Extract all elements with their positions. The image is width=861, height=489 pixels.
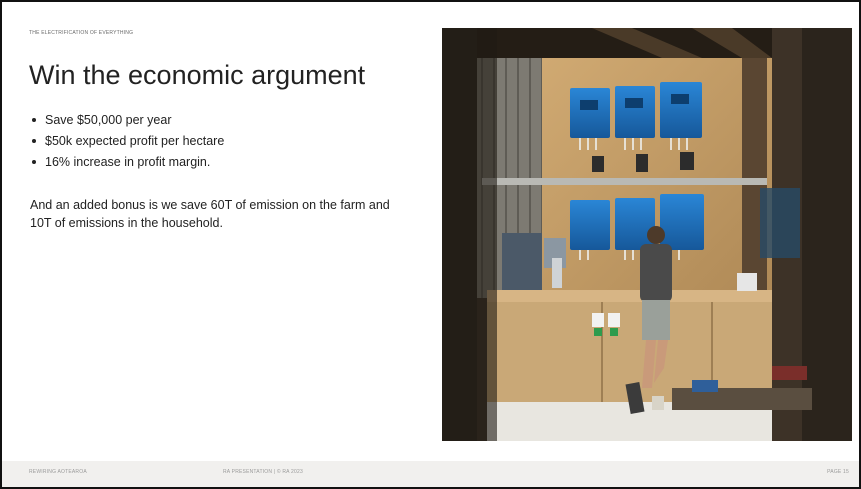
footer-page-number: PAGE 15 — [827, 469, 849, 475]
footer-presentation-label: RA PRESENTATION | © RA 2023 — [223, 469, 303, 475]
slide-eyebrow: THE ELECTRIFICATION OF EVERYTHING — [29, 30, 134, 36]
bullet-list: Save $50,000 per year $50k expected prof… — [31, 110, 224, 173]
slide: THE ELECTRIFICATION OF EVERYTHING Win th… — [0, 0, 861, 489]
photo-inverters-shed — [442, 28, 852, 441]
bullet-text: $50k expected profit per hectare — [45, 134, 225, 148]
footer-organization: REWIRING AOTEAROA — [29, 469, 87, 475]
bullet-item: Save $50,000 per year — [31, 110, 224, 131]
bullet-dot-icon — [32, 139, 36, 143]
bullet-text: Save $50,000 per year — [45, 113, 172, 127]
bullet-item: 16% increase in profit margin. — [31, 152, 224, 173]
body-paragraph: And an added bonus is we save 60T of emi… — [30, 198, 390, 230]
slide-footer: REWIRING AOTEAROA RA PRESENTATION | © RA… — [2, 461, 859, 487]
bullet-dot-icon — [32, 118, 36, 122]
photo-illustration — [442, 28, 852, 441]
bullet-item: $50k expected profit per hectare — [31, 131, 224, 152]
bullet-dot-icon — [32, 160, 36, 164]
bullet-text: 16% increase in profit margin. — [45, 155, 211, 169]
slide-title: Win the economic argument — [29, 60, 366, 90]
